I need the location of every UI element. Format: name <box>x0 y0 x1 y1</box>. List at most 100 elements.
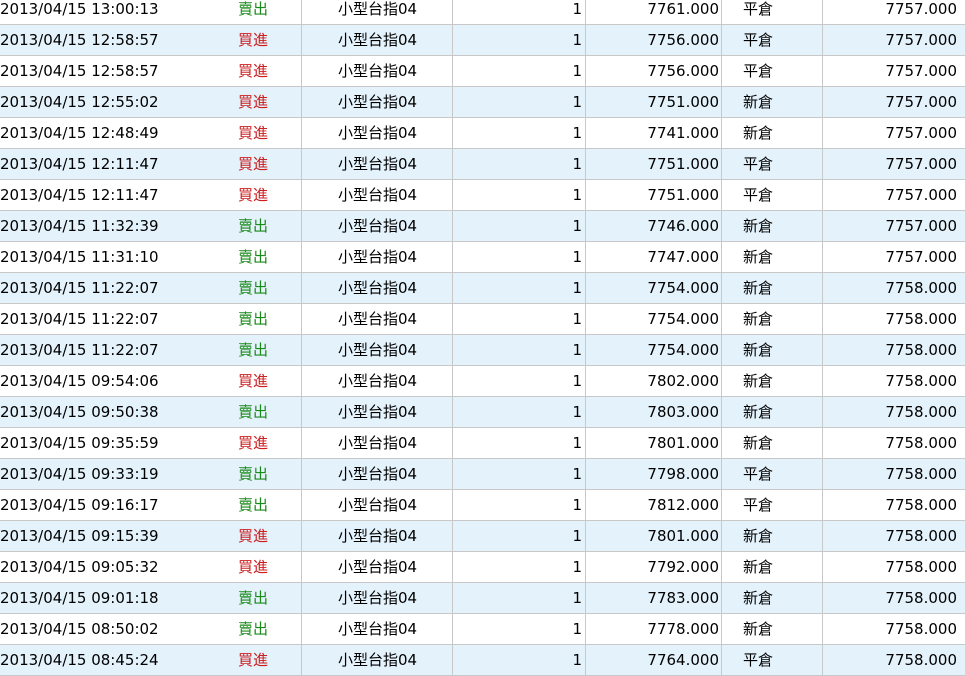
trade-price-cell: 7756.000 <box>586 25 722 55</box>
reference-price-cell: 7757.000 <box>885 186 957 204</box>
trade-price-cell: 7751.000 <box>586 180 722 210</box>
table-row[interactable]: 2013/04/15 12:55:02 買進 小型台指04 1 7751.000 新倉 77… <box>0 87 965 118</box>
trade-price-cell: 7754.000 <box>586 304 722 334</box>
table-row[interactable]: 2013/04/15 09:16:17 賣出 小型台指04 1 7812.000 平倉 77… <box>0 490 965 521</box>
quantity-cell: 1 <box>453 459 586 489</box>
trade-price-cell: 7778.000 <box>586 614 722 644</box>
table-row[interactable]: 2013/04/15 12:11:47 買進 小型台指04 1 7751.000 平倉 77… <box>0 180 965 211</box>
trade-side-cell: 買進 <box>205 366 302 396</box>
trade-time-cell: 2013/04/15 09:54:06 <box>0 372 159 390</box>
table-row[interactable]: 2013/04/15 11:22:07 賣出 小型台指04 1 7754.000 新倉 77… <box>0 304 965 335</box>
table-row[interactable]: 2013/04/15 11:31:10 賣出 小型台指04 1 7747.000 新倉 77… <box>0 242 965 273</box>
product-name-cell: 小型台指04 <box>302 521 453 551</box>
product-name-cell: 小型台指04 <box>302 149 453 179</box>
trade-side-cell: 買進 <box>205 552 302 582</box>
trade-time-cell: 2013/04/15 12:48:49 <box>0 124 159 142</box>
product-name-cell: 小型台指04 <box>302 180 453 210</box>
quantity-cell: 1 <box>453 614 586 644</box>
quantity-cell: 1 <box>453 211 586 241</box>
trade-price-cell: 7761.000 <box>586 0 722 24</box>
reference-price-cell: 7758.000 <box>885 310 957 328</box>
trade-time-cell: 2013/04/15 08:50:02 <box>0 620 159 638</box>
product-name-cell: 小型台指04 <box>302 490 453 520</box>
product-name-cell: 小型台指04 <box>302 583 453 613</box>
trade-side-cell: 賣出 <box>205 614 302 644</box>
table-row[interactable]: 2013/04/15 12:48:49 買進 小型台指04 1 7741.000 新倉 77… <box>0 118 965 149</box>
table-row[interactable]: 2013/04/15 08:45:24 買進 小型台指04 1 7764.000 平倉 77… <box>0 645 965 676</box>
table-row[interactable]: 2013/04/15 09:01:18 賣出 小型台指04 1 7783.000 新倉 77… <box>0 583 965 614</box>
reference-price-cell: 7758.000 <box>885 434 957 452</box>
trade-time-cell: 2013/04/15 12:11:47 <box>0 155 159 173</box>
quantity-cell: 1 <box>453 180 586 210</box>
product-name-cell: 小型台指04 <box>302 273 453 303</box>
trade-time-cell: 2013/04/15 12:58:57 <box>0 31 159 49</box>
quantity-cell: 1 <box>453 366 586 396</box>
trade-side-cell: 買進 <box>205 87 302 117</box>
trade-side-cell: 賣出 <box>205 304 302 334</box>
trade-side-cell: 買進 <box>205 149 302 179</box>
trade-time-cell: 2013/04/15 09:50:38 <box>0 403 159 421</box>
reference-price-cell: 7757.000 <box>885 31 957 49</box>
reference-price-cell: 7758.000 <box>885 279 957 297</box>
table-row[interactable]: 2013/04/15 09:50:38 賣出 小型台指04 1 7803.000 新倉 77… <box>0 397 965 428</box>
table-row[interactable]: 2013/04/15 09:35:59 買進 小型台指04 1 7801.000 新倉 77… <box>0 428 965 459</box>
trade-price-cell: 7756.000 <box>586 56 722 86</box>
trade-side-cell: 買進 <box>205 180 302 210</box>
quantity-cell: 1 <box>453 583 586 613</box>
open-close-cell: 平倉 <box>722 180 823 210</box>
trade-side-cell: 賣出 <box>205 583 302 613</box>
quantity-cell: 1 <box>453 242 586 272</box>
reference-price-cell: 7758.000 <box>885 372 957 390</box>
trade-price-cell: 7798.000 <box>586 459 722 489</box>
table-row[interactable]: 2013/04/15 09:54:06 買進 小型台指04 1 7802.000 新倉 77… <box>0 366 965 397</box>
table-row[interactable]: 2013/04/15 08:50:02 賣出 小型台指04 1 7778.000 新倉 77… <box>0 614 965 645</box>
table-row[interactable]: 2013/04/15 12:11:47 買進 小型台指04 1 7751.000 平倉 77… <box>0 149 965 180</box>
open-close-cell: 新倉 <box>722 552 823 582</box>
product-name-cell: 小型台指04 <box>302 614 453 644</box>
product-name-cell: 小型台指04 <box>302 335 453 365</box>
trade-price-cell: 7751.000 <box>586 149 722 179</box>
open-close-cell: 平倉 <box>722 490 823 520</box>
open-close-cell: 新倉 <box>722 614 823 644</box>
table-row[interactable]: 2013/04/15 11:22:07 賣出 小型台指04 1 7754.000 新倉 77… <box>0 335 965 366</box>
trade-time-cell: 2013/04/15 11:22:07 <box>0 279 159 297</box>
trade-time-cell: 2013/04/15 09:33:19 <box>0 465 159 483</box>
trade-side-cell: 賣出 <box>205 273 302 303</box>
table-row[interactable]: 2013/04/15 13:00:13 賣出 小型台指04 1 7761.000 平倉 77… <box>0 0 965 25</box>
trade-side-cell: 賣出 <box>205 242 302 272</box>
open-close-cell: 新倉 <box>722 242 823 272</box>
trade-price-cell: 7812.000 <box>586 490 722 520</box>
trade-time-cell: 2013/04/15 09:15:39 <box>0 527 159 545</box>
trade-side-cell: 買進 <box>205 428 302 458</box>
open-close-cell: 平倉 <box>722 0 823 24</box>
trade-side-cell: 賣出 <box>205 211 302 241</box>
open-close-cell: 平倉 <box>722 459 823 489</box>
quantity-cell: 1 <box>453 490 586 520</box>
reference-price-cell: 7757.000 <box>885 62 957 80</box>
open-close-cell: 新倉 <box>722 87 823 117</box>
quantity-cell: 1 <box>453 118 586 148</box>
table-row[interactable]: 2013/04/15 09:15:39 買進 小型台指04 1 7801.000 新倉 77… <box>0 521 965 552</box>
table-row[interactable]: 2013/04/15 12:58:57 買進 小型台指04 1 7756.000 平倉 77… <box>0 25 965 56</box>
quantity-cell: 1 <box>453 335 586 365</box>
trade-time-cell: 2013/04/15 09:01:18 <box>0 589 159 607</box>
reference-price-cell: 7758.000 <box>885 620 957 638</box>
product-name-cell: 小型台指04 <box>302 87 453 117</box>
quantity-cell: 1 <box>453 56 586 86</box>
table-row[interactable]: 2013/04/15 11:22:07 賣出 小型台指04 1 7754.000 新倉 77… <box>0 273 965 304</box>
table-row[interactable]: 2013/04/15 09:05:32 買進 小型台指04 1 7792.000 新倉 77… <box>0 552 965 583</box>
open-close-cell: 新倉 <box>722 366 823 396</box>
product-name-cell: 小型台指04 <box>302 304 453 334</box>
table-row[interactable]: 2013/04/15 11:32:39 賣出 小型台指04 1 7746.000 新倉 77… <box>0 211 965 242</box>
reference-price-cell: 7757.000 <box>885 93 957 111</box>
trade-time-cell: 2013/04/15 09:16:17 <box>0 496 159 514</box>
reference-price-cell: 7757.000 <box>885 217 957 235</box>
trade-price-cell: 7754.000 <box>586 335 722 365</box>
table-row[interactable]: 2013/04/15 09:33:19 賣出 小型台指04 1 7798.000 平倉 77… <box>0 459 965 490</box>
product-name-cell: 小型台指04 <box>302 552 453 582</box>
quantity-cell: 1 <box>453 273 586 303</box>
table-row[interactable]: 2013/04/15 12:58:57 買進 小型台指04 1 7756.000 平倉 77… <box>0 56 965 87</box>
product-name-cell: 小型台指04 <box>302 25 453 55</box>
open-close-cell: 新倉 <box>722 118 823 148</box>
trade-time-cell: 2013/04/15 12:11:47 <box>0 186 159 204</box>
